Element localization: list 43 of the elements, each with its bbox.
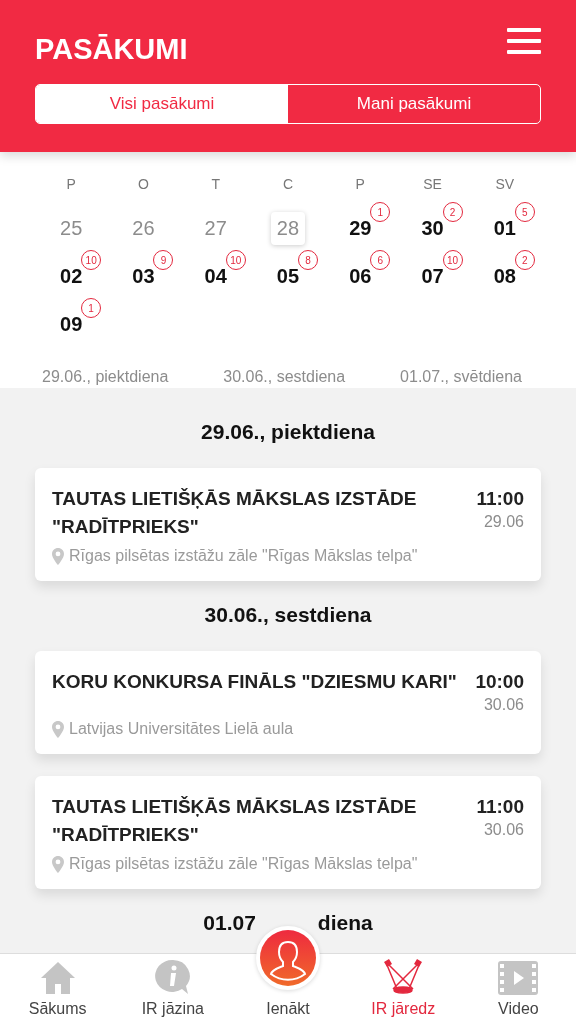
event-location: Rīgas pilsētas izstāžu zāle "Rīgas Mākslas telpa": [69, 547, 418, 565]
event-card[interactable]: KORU KONKURSA FINĀLS "DZIESMU KARI" 10:00 30.06 Latvijas Universitātes Lielā aula: [35, 651, 541, 754]
filter-tab[interactable]: Mani pasākumi: [288, 85, 540, 123]
location-pin-icon: [52, 547, 64, 565]
spotlight-icon: [383, 959, 424, 995]
event-title: TAUTAS LIETIŠĶĀS MĀKSLAS IZSTĀDE "RADĪTPRIEKS": [52, 795, 418, 847]
location-pin-icon: [52, 855, 64, 873]
nav-item[interactable]: Ienākt: [266, 1000, 310, 1018]
weekday-label: T: [211, 176, 220, 192]
event-date: 30.06: [483, 696, 524, 714]
date-tab[interactable]: 30.06., sestdiena: [223, 368, 346, 386]
location-pin-icon: [52, 720, 64, 738]
event-time: 10:00: [475, 670, 524, 694]
event-date: 29.06: [483, 513, 524, 531]
nav-item[interactable]: Sākums: [28, 1000, 87, 1018]
nav-item[interactable]: IR jāredz: [371, 1000, 436, 1018]
info-icon: [153, 959, 192, 995]
event-title: TAUTAS LIETIŠĶĀS MĀKSLAS IZSTĀDE "RADĪTPRIEKS": [52, 487, 418, 539]
event-location: Rīgas pilsētas izstāžu zāle "Rīgas Mākslas telpa": [69, 855, 418, 873]
weekday-label: SV: [495, 176, 515, 192]
nav-item[interactable]: Video: [498, 1000, 539, 1018]
event-title: KORU KONKURSA FINĀLS "DZIESMU KARI": [52, 670, 457, 694]
day-heading: 29.06., piektdiena: [200, 420, 376, 444]
event-location: Latvijas Universitātes Lielā aula: [69, 720, 294, 738]
video-icon: [498, 961, 539, 995]
nav-item[interactable]: IR jāzina: [141, 1000, 204, 1018]
day-heading: 30.06., sestdiena: [203, 603, 373, 627]
event-card[interactable]: TAUTAS LIETIŠĶĀS MĀKSLAS IZSTĀDE "RADĪTPRIEKS" 11:00 29.06 Rīgas pilsētas izstāžu zāle "Rīgas Mākslas telpa": [35, 468, 541, 581]
weekday-label: C: [282, 176, 294, 192]
weekday-label: P: [66, 176, 76, 192]
event-time: 11:00: [476, 795, 524, 819]
weekday-label: SE: [423, 176, 442, 192]
weekday-label: O: [137, 176, 149, 192]
filter-tab[interactable]: Visi pasākumi: [36, 85, 288, 123]
event-time: 11:00: [476, 487, 524, 511]
day-heading: diena: [317, 911, 373, 935]
day-heading: 01.07: [203, 911, 256, 935]
event-date: 30.06: [483, 821, 524, 839]
home-icon: [39, 961, 76, 995]
menu-icon[interactable]: [507, 28, 541, 54]
page-title: PASĀKUMI: [35, 33, 188, 66]
weekday-label: P: [355, 176, 365, 192]
event-card[interactable]: TAUTAS LIETIŠĶĀS MĀKSLAS IZSTĀDE "RADĪTPRIEKS" 11:00 30.06 Rīgas pilsētas izstāžu zāle "Rīgas Mākslas telpa": [35, 776, 541, 889]
